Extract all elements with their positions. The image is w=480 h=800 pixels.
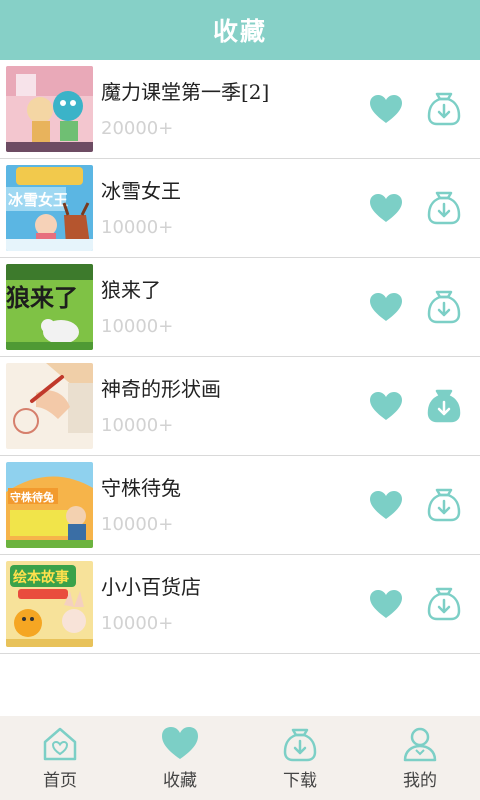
item-count: 10000+ [101, 217, 174, 238]
app-header: 收藏 [0, 0, 480, 60]
item-title: 守株待兔 [101, 476, 181, 500]
favorite-heart-icon[interactable] [369, 391, 403, 421]
item-title: 魔力课堂第一季[2] [101, 80, 270, 104]
favorites-list: 魔力课堂第一季[2] 20000+ 冰雪女王 冰雪女王 10000+ 狼来了 狼… [0, 60, 480, 654]
tab-profile[interactable]: 我的 [360, 716, 480, 800]
tab-download[interactable]: 下载 [240, 716, 360, 800]
favorite-heart-icon[interactable] [369, 589, 403, 619]
user-icon [403, 727, 437, 762]
item-count: 10000+ [101, 316, 174, 337]
bottom-tab-bar: 首页 收藏 下载 我的 [0, 716, 480, 800]
list-item[interactable]: 魔力课堂第一季[2] 20000+ [0, 60, 480, 159]
downloaded-icon[interactable] [427, 385, 461, 423]
thumbnail-text: 绘本故事 [13, 569, 69, 586]
list-item[interactable]: 守株待兔 守株待兔 10000+ [0, 456, 480, 555]
favorite-heart-icon[interactable] [369, 94, 403, 124]
tab-label: 首页 [43, 771, 77, 791]
list-item[interactable]: 绘本故事 小小百货店 10000+ [0, 555, 480, 654]
thumbnail-image[interactable]: 冰雪女王 [6, 165, 93, 251]
download-icon[interactable] [427, 88, 461, 126]
heart-icon [162, 727, 198, 759]
item-count: 10000+ [101, 415, 174, 436]
thumbnail-image[interactable] [6, 66, 93, 152]
download-icon[interactable] [427, 286, 461, 324]
favorite-heart-icon[interactable] [369, 490, 403, 520]
tab-home[interactable]: 首页 [0, 716, 120, 800]
download-icon[interactable] [427, 583, 461, 621]
thumbnail-text: 冰雪女王 [8, 191, 68, 209]
tab-favorites[interactable]: 收藏 [120, 716, 240, 800]
list-item[interactable]: 神奇的形状画 10000+ [0, 357, 480, 456]
download-icon[interactable] [427, 484, 461, 522]
item-count: 10000+ [101, 613, 174, 634]
item-count: 10000+ [101, 514, 174, 535]
download-icon[interactable] [427, 187, 461, 225]
tab-label: 我的 [403, 771, 437, 791]
tab-label: 收藏 [163, 771, 197, 791]
item-title: 狼来了 [101, 278, 161, 302]
item-count: 20000+ [101, 118, 174, 139]
download-bag-icon [283, 728, 317, 762]
favorite-heart-icon[interactable] [369, 292, 403, 322]
thumbnail-image[interactable]: 狼来了 [6, 264, 93, 350]
home-icon [43, 727, 77, 761]
favorite-heart-icon[interactable] [369, 193, 403, 223]
thumbnail-text: 守株待兔 [10, 490, 54, 504]
thumbnail-image[interactable] [6, 363, 93, 449]
item-title: 冰雪女王 [101, 179, 181, 203]
tab-label: 下载 [283, 771, 317, 791]
thumbnail-text: 狼来了 [6, 284, 78, 312]
page-title: 收藏 [212, 17, 267, 46]
thumbnail-image[interactable]: 守株待兔 [6, 462, 93, 548]
list-item[interactable]: 冰雪女王 冰雪女王 10000+ [0, 159, 480, 258]
list-item[interactable]: 狼来了 狼来了 10000+ [0, 258, 480, 357]
item-title: 小小百货店 [101, 575, 201, 599]
item-title: 神奇的形状画 [101, 377, 221, 401]
thumbnail-image[interactable]: 绘本故事 [6, 561, 93, 647]
